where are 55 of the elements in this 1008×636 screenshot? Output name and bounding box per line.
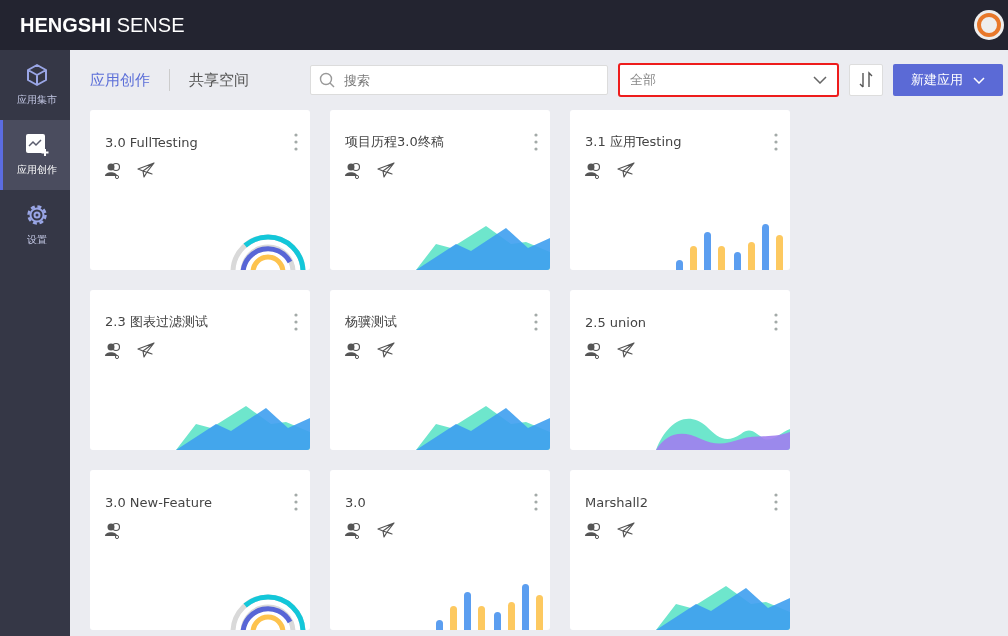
app-card[interactable]: 3.1 应用Testing [570, 110, 790, 270]
share-users-icon[interactable] [585, 162, 603, 180]
send-icon[interactable] [377, 522, 395, 538]
tab[interactable]: 共享空间 [189, 70, 249, 90]
app-title: 项目历程3.0终稿 [345, 133, 444, 151]
share-users-icon[interactable] [345, 162, 363, 180]
settings-icon [24, 203, 49, 227]
send-icon[interactable] [617, 162, 635, 178]
sort-icon [859, 71, 873, 89]
app-card[interactable]: 3.0 FullTesting [90, 110, 310, 270]
share-users-icon[interactable] [345, 342, 363, 360]
send-icon[interactable] [137, 342, 155, 358]
send-icon[interactable] [377, 342, 395, 358]
sidebar-item[interactable]: 应用创作 [0, 120, 70, 190]
new-app-button[interactable]: 新建应用 [893, 64, 1003, 96]
sort-button[interactable] [849, 64, 883, 96]
chart-icon [24, 133, 49, 157]
app-title: Marshall2 [585, 494, 648, 510]
app-title: 3.0 FullTesting [105, 134, 198, 150]
share-users-icon[interactable] [585, 342, 603, 360]
sidebar-label: 应用集市 [16, 93, 57, 107]
app-title: 2.5 union [585, 314, 647, 330]
app-title: 3.0 [345, 494, 366, 510]
app-card[interactable]: 项目历程3.0终稿 [330, 110, 550, 270]
sidebar-label: 应用创作 [16, 163, 57, 177]
tab[interactable]: 应用创作 [90, 70, 150, 90]
send-icon[interactable] [377, 162, 395, 178]
app-title: 3.0 New-Feature [105, 494, 212, 510]
app-title: 3.1 应用Testing [585, 133, 682, 151]
cube-icon [25, 63, 48, 87]
sidebar-item[interactable]: 设置 [0, 190, 70, 260]
app-card[interactable]: 2.5 union [570, 290, 790, 450]
share-users-icon[interactable] [105, 342, 123, 360]
share-users-icon[interactable] [585, 522, 603, 540]
sidebar-label: 设置 [26, 233, 47, 247]
send-icon[interactable] [137, 162, 155, 178]
send-icon[interactable] [617, 522, 635, 538]
filter-dropdown[interactable]: 全部 [618, 63, 839, 97]
app-card[interactable]: 3.0 New-Feature [90, 470, 310, 630]
app-card[interactable]: Marshall2 [570, 470, 790, 630]
app-title: 杨骥测试 [345, 313, 397, 331]
search-field[interactable]: 搜索 [310, 65, 608, 95]
avatar-icon[interactable] [974, 10, 1004, 40]
chevron-down-icon [973, 76, 985, 84]
app-title: 2.3 图表过滤测试 [105, 313, 208, 331]
share-users-icon[interactable] [105, 522, 123, 540]
app-card[interactable]: 2.3 图表过滤测试 [90, 290, 310, 450]
chevron-down-icon [813, 76, 827, 84]
app-card[interactable]: 3.0 [330, 470, 550, 630]
share-users-icon[interactable] [345, 522, 363, 540]
brand-logo: HENGSHI SENSE [20, 13, 185, 37]
sidebar-item[interactable]: 应用集市 [0, 50, 70, 120]
send-icon[interactable] [617, 342, 635, 358]
share-users-icon[interactable] [105, 162, 123, 180]
app-card[interactable]: 杨骥测试 [330, 290, 550, 450]
